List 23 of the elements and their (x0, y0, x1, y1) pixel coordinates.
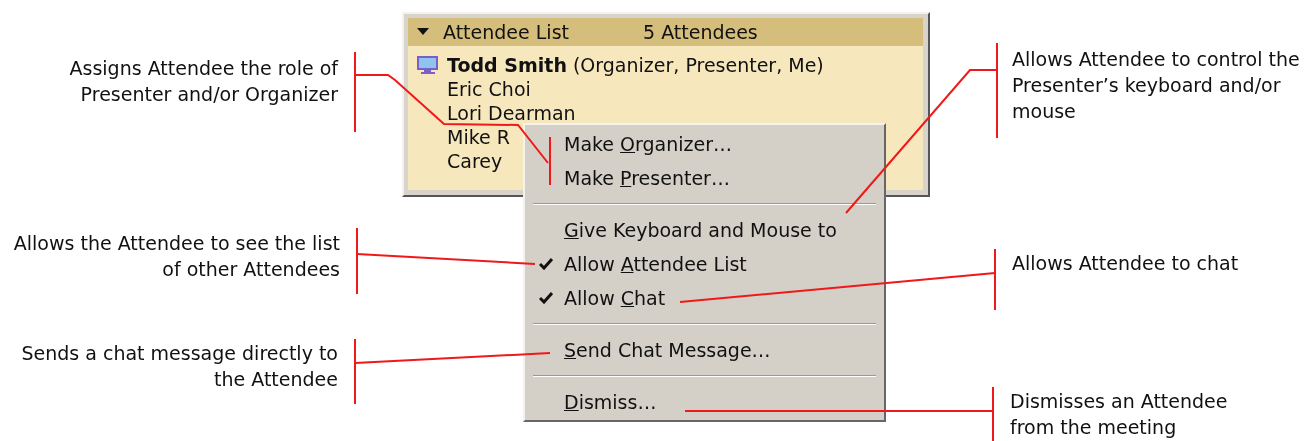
monitor-icon (416, 55, 439, 75)
menu-item[interactable]: Dismiss… (528, 385, 881, 419)
attendee-name[interactable]: Carey (447, 149, 503, 173)
callout-text: Sends a chat message directly to the Attendee (20, 341, 338, 392)
menu-item[interactable]: Make Organizer… (528, 127, 881, 161)
attendee-count: 5 Attendees (643, 21, 758, 43)
attendee-name[interactable]: Mike R (447, 125, 510, 149)
menu-item[interactable]: Send Chat Message… (528, 333, 881, 367)
menu-item[interactable]: Give Keyboard and Mouse to (528, 213, 881, 247)
menu-item[interactable]: Make Presenter… (528, 161, 881, 195)
attendee-name[interactable]: Todd Smith (Organizer, Presenter, Me) (447, 53, 824, 77)
panel-title: Attendee List (443, 21, 569, 43)
callout-text: Allows Attendee to control the Presenter’s keyboard and/or mouse (1012, 47, 1301, 124)
callout-text: Assigns Attendee the role of Presenter and/or Organizer (68, 56, 338, 107)
menu-item[interactable]: Allow Chat (528, 281, 881, 315)
callout-text: Allows Attendee to chat (1012, 251, 1240, 276)
menu-item[interactable]: Allow Attendee List (528, 247, 881, 281)
attendee-name[interactable]: Lori Dearman (447, 101, 576, 125)
callout-text: Dismisses an Attendee from the meeting (1010, 389, 1229, 440)
callout-text: Allows the Attendee to see the list of other Attendees (12, 231, 340, 282)
attendee-name[interactable]: Eric Choi (447, 77, 531, 101)
panel-header[interactable]: Attendee List 5 Attendees (408, 18, 923, 46)
collapse-arrow-icon[interactable] (417, 28, 429, 36)
